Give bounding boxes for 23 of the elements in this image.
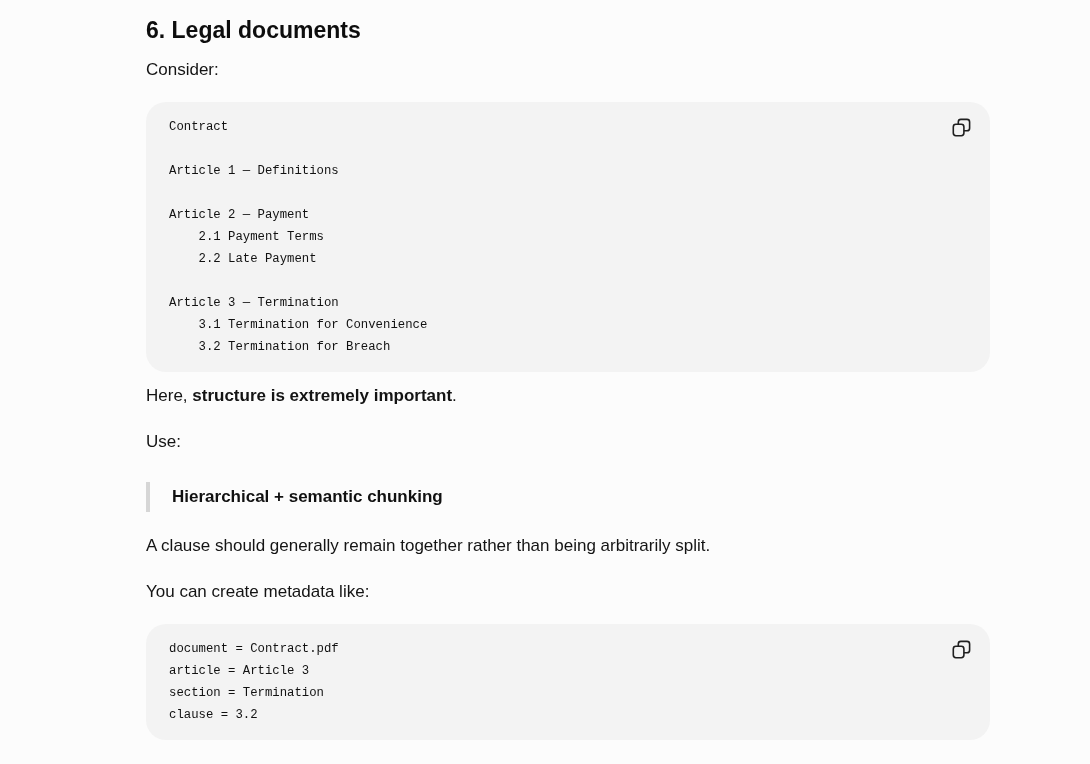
copy-button[interactable]: [952, 118, 971, 137]
paragraph-text: You can create metadata like:: [146, 581, 370, 603]
code-line: 2.1 Payment Terms: [198, 229, 324, 246]
code-line: 2.2 Late Payment: [198, 251, 317, 268]
code-line: article = Article 3: [169, 663, 310, 680]
code-line: clause = 3.2: [169, 707, 258, 724]
paragraph-text: A clause should generally remain together rather than being arbitrarily split.: [146, 535, 711, 557]
code-line: Article 3 — Termination: [169, 295, 339, 312]
code-line: Article 2 — Payment: [169, 207, 310, 224]
section-heading: 6. Legal documents: [146, 16, 361, 45]
code-line: 3.1 Termination for Convenience: [198, 317, 428, 334]
paragraph-text: Use:: [146, 431, 181, 453]
code-line: document = Contract.pdf: [169, 641, 339, 658]
paragraph-text: Consider:: [146, 59, 219, 81]
quote-text: Hierarchical + semantic chunking: [172, 486, 443, 508]
code-line: section = Termination: [169, 685, 324, 702]
copy-icon: [952, 640, 971, 659]
copy-icon: [952, 118, 971, 137]
code-line: 3.2 Termination for Breach: [198, 339, 391, 356]
code-line: Contract: [169, 119, 229, 136]
paragraph-text: Here, structure is extremely important.: [146, 385, 457, 407]
copy-button[interactable]: [952, 640, 971, 659]
code-line: Article 1 — Definitions: [169, 163, 339, 180]
